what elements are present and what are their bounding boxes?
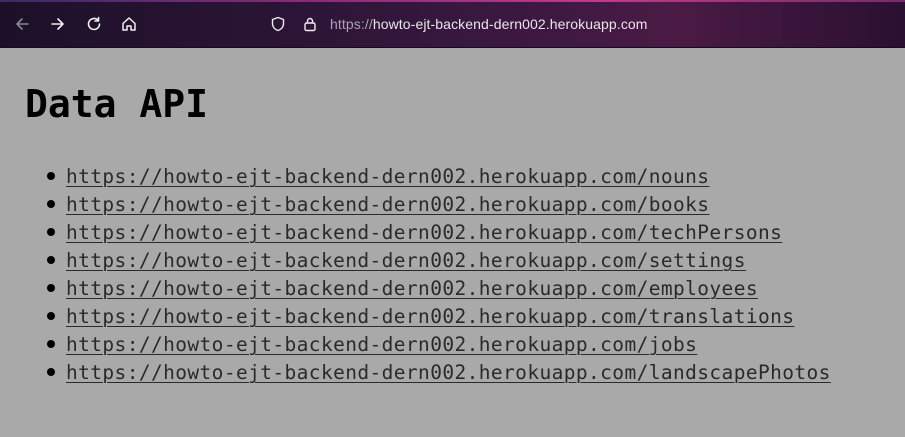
- list-item: https://howto-ejt-backend-dern002.heroku…: [47, 276, 831, 304]
- lock-icon[interactable]: [300, 14, 320, 34]
- link-employees[interactable]: https://howto-ejt-backend-dern002.heroku…: [66, 277, 758, 300]
- link-jobs[interactable]: https://howto-ejt-backend-dern002.heroku…: [66, 333, 697, 356]
- link-translations[interactable]: https://howto-ejt-backend-dern002.heroku…: [66, 305, 794, 328]
- api-link-list: https://howto-ejt-backend-dern002.heroku…: [26, 164, 831, 388]
- list-item: https://howto-ejt-backend-dern002.heroku…: [47, 248, 831, 276]
- list-item: https://howto-ejt-backend-dern002.heroku…: [47, 192, 831, 220]
- reload-icon[interactable]: [84, 14, 104, 34]
- url-text[interactable]: https://howto-ejt-backend-dern002.heroku…: [330, 16, 648, 32]
- list-item: https://howto-ejt-backend-dern002.heroku…: [47, 220, 831, 248]
- link-landscapephotos[interactable]: https://howto-ejt-backend-dern002.heroku…: [66, 361, 831, 384]
- list-item: https://howto-ejt-backend-dern002.heroku…: [47, 360, 831, 388]
- list-item: https://howto-ejt-backend-dern002.heroku…: [47, 304, 831, 332]
- forward-arrow-icon[interactable]: [48, 14, 68, 34]
- address-bar[interactable]: https://howto-ejt-backend-dern002.heroku…: [268, 14, 648, 34]
- back-arrow-icon[interactable]: [12, 14, 32, 34]
- page-content: Data API https://howto-ejt-backend-dern0…: [0, 48, 905, 437]
- page-title: Data API: [25, 82, 209, 126]
- link-nouns[interactable]: https://howto-ejt-backend-dern002.heroku…: [66, 165, 709, 188]
- browser-toolbar: https://howto-ejt-backend-dern002.heroku…: [0, 0, 905, 48]
- home-icon[interactable]: [119, 14, 139, 34]
- shield-icon[interactable]: [268, 14, 288, 34]
- url-host: howto-ejt-backend-dern002.herokuapp.com: [372, 16, 648, 32]
- list-item: https://howto-ejt-backend-dern002.heroku…: [47, 164, 831, 192]
- link-books[interactable]: https://howto-ejt-backend-dern002.heroku…: [66, 193, 709, 216]
- link-settings[interactable]: https://howto-ejt-backend-dern002.heroku…: [66, 249, 746, 272]
- list-item: https://howto-ejt-backend-dern002.heroku…: [47, 332, 831, 360]
- link-techpersons[interactable]: https://howto-ejt-backend-dern002.heroku…: [66, 221, 782, 244]
- url-scheme: https://: [330, 16, 373, 32]
